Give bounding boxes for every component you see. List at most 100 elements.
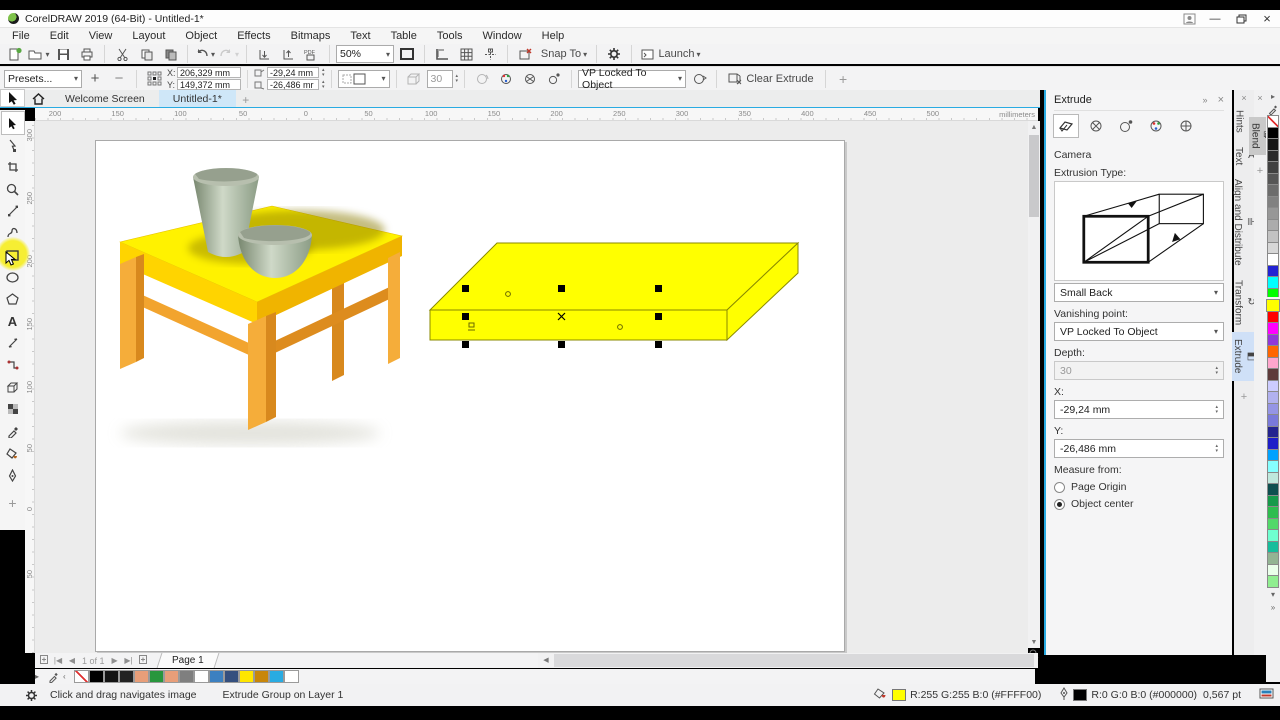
docpal-color-344f7e[interactable]	[224, 670, 239, 683]
pick-tool-corner[interactable]	[0, 89, 25, 107]
menu-object[interactable]: Object	[175, 28, 227, 44]
table-illustration[interactable]	[100, 150, 430, 460]
depth-spinner[interactable]: ▴ ▾	[456, 73, 459, 84]
radio-page-origin[interactable]: Page Origin	[1054, 481, 1224, 493]
docpal-color-232323[interactable]	[119, 670, 134, 683]
presets-dropdown[interactable]: Presets... ▾	[4, 69, 82, 88]
docker-tab-align-distribute[interactable]: ⊪ Align and Distribute	[1232, 172, 1256, 273]
freehand-tool[interactable]	[2, 200, 24, 222]
docpal-color-29abe2[interactable]	[269, 670, 284, 683]
extrude-bevel-icon[interactable]	[519, 69, 541, 89]
add-page-after-button[interactable]	[137, 654, 149, 667]
vertical-scroll-thumb[interactable]	[1029, 135, 1039, 217]
docpal-color-7f7f7f[interactable]	[179, 670, 194, 683]
blend-close-icon[interactable]: ×	[1257, 93, 1262, 103]
docpal-color-c8860a[interactable]	[254, 670, 269, 683]
menu-file[interactable]: File	[2, 28, 40, 44]
docpal-flyout-arrow[interactable]: ▸	[35, 670, 47, 683]
color-eyedropper-tool[interactable]	[2, 420, 24, 442]
object-position-grid-icon[interactable]	[143, 69, 165, 89]
tab-untitled-1[interactable]: Untitled-1*	[158, 90, 236, 107]
tabstrip-close-icon[interactable]: ×	[1241, 93, 1246, 103]
palette-expand[interactable]: »	[1271, 601, 1275, 614]
depth-input[interactable]: 30	[426, 69, 453, 88]
propbar-add-button[interactable]: +	[832, 69, 854, 89]
page-origin-radio[interactable]	[1054, 481, 1065, 493]
extrude-lighting-icon[interactable]	[543, 69, 565, 89]
menu-edit[interactable]: Edit	[40, 28, 79, 44]
scroll-up-arrow[interactable]: ▲	[1028, 121, 1040, 133]
crop-tool[interactable]	[2, 156, 24, 178]
horizontal-ruler[interactable]: millimeters 200 150 100 50 0 50 100 150 200 250 30…	[35, 108, 1038, 121]
first-page-button[interactable]: |◀	[52, 656, 64, 665]
object-center-radio[interactable]	[1054, 498, 1065, 510]
pick-tool[interactable]	[0, 111, 25, 135]
docpal-color-28963d[interactable]	[149, 670, 164, 683]
object-x-input[interactable]: 206,329 mm	[177, 67, 241, 78]
shape-tool[interactable]	[2, 134, 24, 156]
object-y-input[interactable]: 149,372 mm	[177, 79, 241, 90]
drawing-canvas[interactable]	[35, 121, 1028, 653]
docker-depth-input[interactable]: 30 ▴ ▾	[1054, 361, 1224, 380]
vertical-ruler[interactable]: 300 250 200 150 100 50 0 50	[25, 121, 35, 653]
last-page-button[interactable]: ▶|	[123, 656, 135, 665]
palette-scroll-down[interactable]: ▾	[1271, 588, 1275, 601]
paste-button[interactable]	[159, 44, 181, 64]
extrude-color-tab-icon[interactable]	[1144, 115, 1168, 137]
menu-text[interactable]: Text	[340, 28, 380, 44]
palette-color-90ee90[interactable]	[1267, 575, 1279, 588]
welcome-home-icon[interactable]	[25, 90, 51, 107]
extruded-object[interactable]	[425, 235, 815, 360]
redo-button[interactable]: ▾	[218, 44, 240, 64]
import-button[interactable]	[253, 44, 275, 64]
vertical-scrollbar[interactable]: ▲ ▼	[1028, 121, 1040, 648]
radio-object-center[interactable]: Object center	[1054, 498, 1224, 510]
add-docker-button[interactable]: +	[1241, 391, 1247, 403]
close-button[interactable]: ×	[1254, 10, 1280, 28]
export-button[interactable]	[277, 44, 299, 64]
options-gear-icon[interactable]	[603, 44, 625, 64]
show-guidelines-button[interactable]	[479, 44, 501, 64]
docpal-color-ffffff[interactable]	[284, 670, 299, 683]
add-preset-button[interactable]: +	[84, 69, 106, 89]
open-button[interactable]: ▾	[28, 44, 50, 64]
copy-button[interactable]	[135, 44, 157, 64]
text-tool[interactable]: A	[2, 310, 24, 332]
cut-button[interactable]	[111, 44, 133, 64]
menu-effects[interactable]: Effects	[227, 28, 280, 44]
menu-view[interactable]: View	[79, 28, 123, 44]
menu-help[interactable]: Help	[532, 28, 575, 44]
show-rulers-button[interactable]	[431, 44, 453, 64]
snap-off-icon[interactable]	[514, 44, 536, 64]
zoom-level-combo[interactable]: 50% ▾	[336, 45, 394, 63]
show-grid-button[interactable]	[455, 44, 477, 64]
connector-tool[interactable]	[2, 354, 24, 376]
fill-color-swatch[interactable]	[892, 689, 907, 701]
vanishing-point-dropdown[interactable]: VP Locked To Object ▾	[1054, 322, 1224, 341]
docpal-color-3c80c0[interactable]	[209, 670, 224, 683]
full-screen-preview-button[interactable]	[396, 44, 418, 64]
docpal-color-e89e79[interactable]	[134, 670, 149, 683]
smart-fill-tool[interactable]	[2, 464, 24, 486]
docker-x-input[interactable]: -29,24 mm ▴ ▾	[1054, 400, 1224, 419]
docpal-color-e89e79[interactable]	[164, 670, 179, 683]
copy-vp-icon[interactable]	[688, 69, 710, 89]
horizontal-scroll-thumb[interactable]	[554, 654, 1034, 667]
zoom-tool[interactable]	[2, 178, 24, 200]
blend-add-button[interactable]: +	[1257, 165, 1263, 177]
menu-layout[interactable]: Layout	[122, 28, 175, 44]
publish-pdf-button[interactable]: PDF	[301, 44, 323, 64]
rectangle-tool[interactable]	[0, 237, 30, 271]
tab-welcome-screen[interactable]: Welcome Screen	[51, 90, 159, 107]
restore-button[interactable]	[1228, 10, 1254, 28]
scroll-left-arrow[interactable]: ◀	[540, 654, 552, 666]
delete-preset-button[interactable]: −	[108, 69, 130, 89]
ellipse-tool[interactable]	[2, 266, 24, 288]
next-page-button[interactable]: ▶	[109, 656, 121, 665]
docpal-eyedropper-icon[interactable]	[48, 670, 62, 683]
docpal-color-ffffff[interactable]	[194, 670, 209, 683]
add-page-before-button[interactable]	[38, 654, 50, 667]
minimize-button[interactable]: —	[1202, 10, 1228, 28]
extrude-rotation-tab-icon[interactable]	[1084, 115, 1108, 137]
display-settings-icon[interactable]	[1259, 688, 1274, 703]
